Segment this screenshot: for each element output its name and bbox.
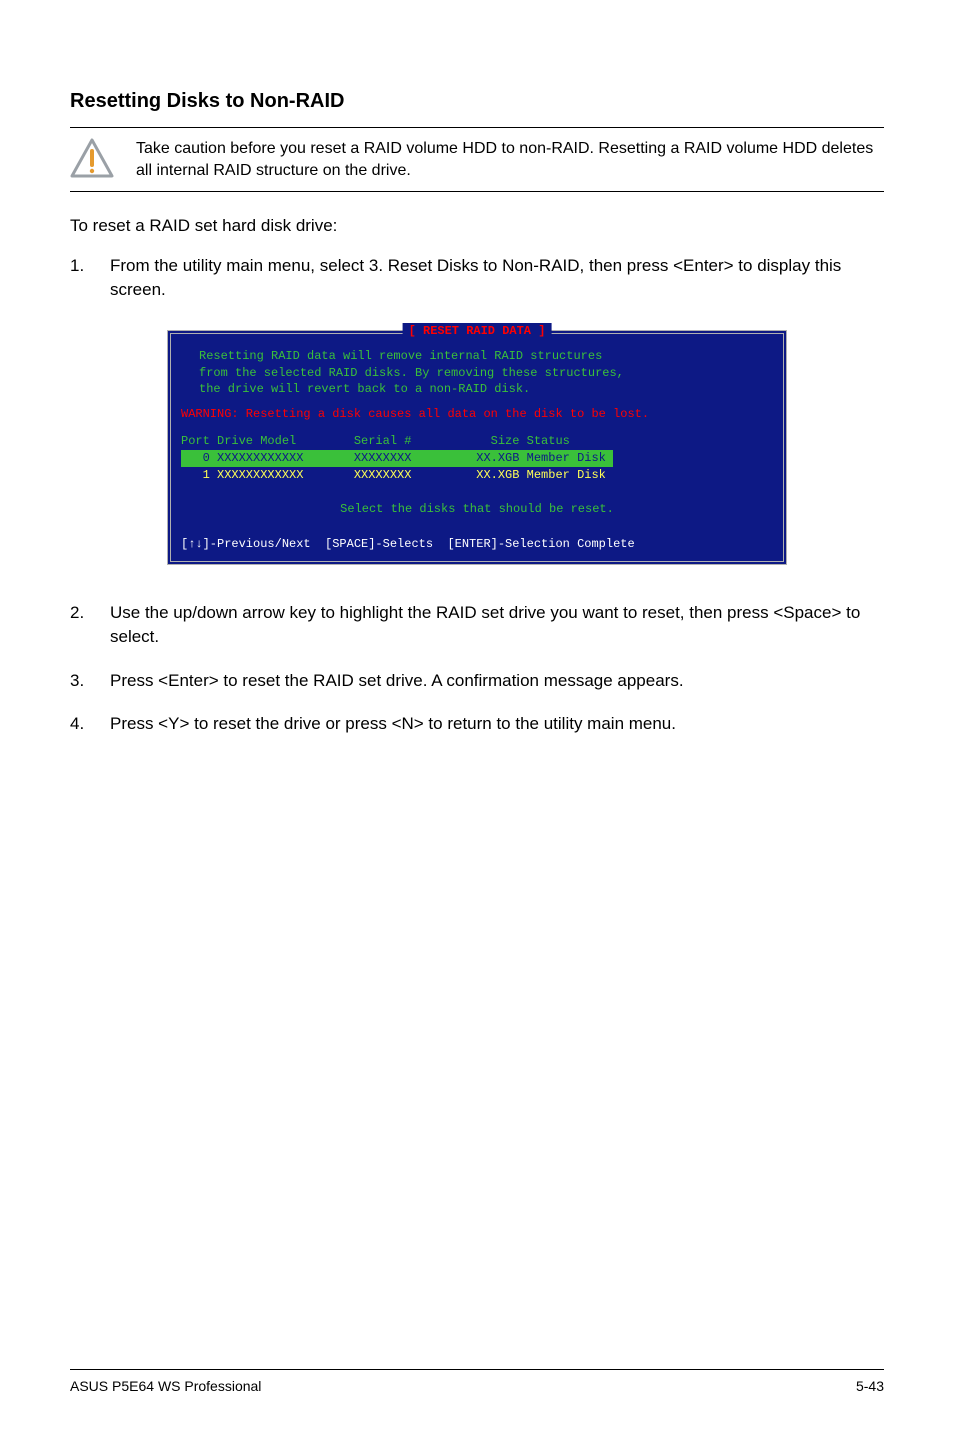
raid-footer-hints: [↑↓]-Previous/Next [SPACE]-Selects [ENTE… <box>181 536 773 553</box>
footer-product: ASUS P5E64 WS Professional <box>70 1378 261 1394</box>
caution-note: Take caution before you reset a RAID vol… <box>70 127 884 192</box>
raid-table-header: Port Drive Model Serial # Size Status <box>181 433 773 450</box>
raid-message-line: Resetting RAID data will remove internal… <box>199 348 773 365</box>
step-number: 2. <box>70 601 110 649</box>
step-number: 3. <box>70 669 110 693</box>
step-text: From the utility main menu, select 3. Re… <box>110 254 884 302</box>
step-text: Use the up/down arrow key to highlight t… <box>110 601 884 649</box>
step-text: Press <Enter> to reset the RAID set driv… <box>110 669 684 693</box>
raid-table-row-selected: 0 XXXXXXXXXXXX XXXXXXXX XX.XGB Member Di… <box>181 450 613 467</box>
raid-message-line: the drive will revert back to a non-RAID… <box>199 381 773 398</box>
step-4: 4. Press <Y> to reset the drive or press… <box>70 712 884 736</box>
caution-icon <box>70 138 114 178</box>
step-text: Press <Y> to reset the drive or press <N… <box>110 712 676 736</box>
raid-warning: WARNING: Resetting a disk causes all dat… <box>181 406 773 423</box>
raid-message-line: from the selected RAID disks. By removin… <box>199 365 773 382</box>
step-number: 1. <box>70 254 110 302</box>
raid-table-row: 1 XXXXXXXXXXXX XXXXXXXX XX.XGB Member Di… <box>181 467 773 484</box>
step-3: 3. Press <Enter> to reset the RAID set d… <box>70 669 884 693</box>
footer-page-number: 5-43 <box>856 1378 884 1394</box>
raid-title: [ RESET RAID DATA ] <box>403 323 552 340</box>
step-2: 2. Use the up/down arrow key to highligh… <box>70 601 884 649</box>
page-footer: ASUS P5E64 WS Professional 5-43 <box>70 1369 884 1394</box>
step-number: 4. <box>70 712 110 736</box>
intro-text: To reset a RAID set hard disk drive: <box>70 216 884 236</box>
step-1: 1. From the utility main menu, select 3.… <box>70 254 884 302</box>
caution-text: Take caution before you reset a RAID vol… <box>136 138 884 181</box>
raid-instruction: Select the disks that should be reset. <box>181 501 773 518</box>
section-heading: Resetting Disks to Non-RAID <box>70 90 884 113</box>
raid-bios-screenshot: [ RESET RAID DATA ] Resetting RAID data … <box>167 330 787 565</box>
